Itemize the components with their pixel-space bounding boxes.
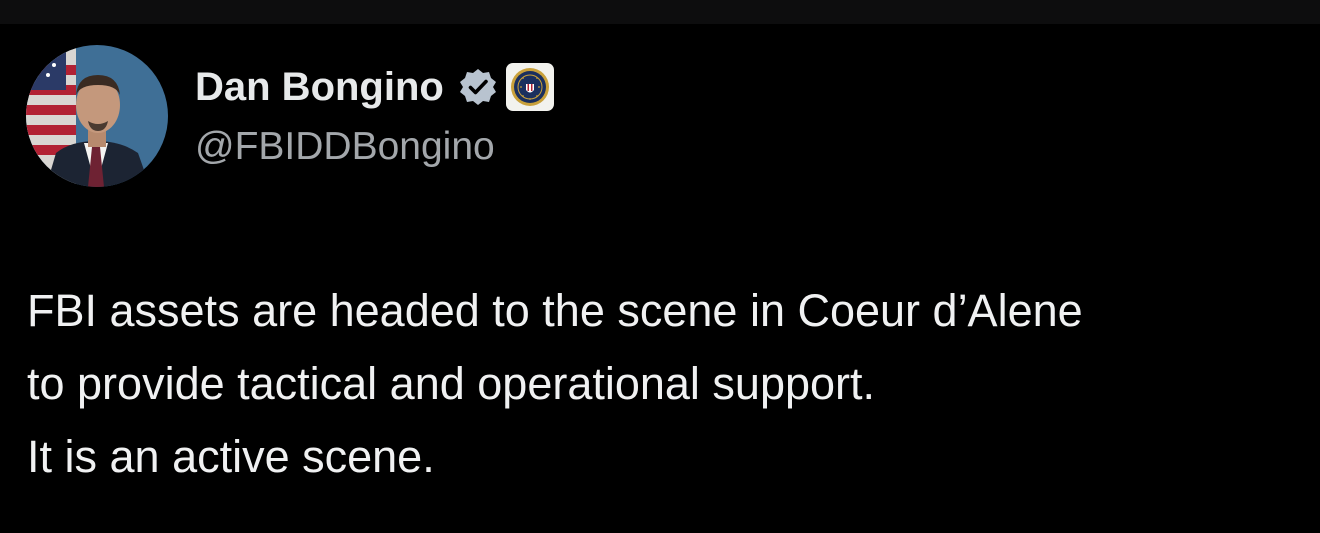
avatar[interactable]	[26, 45, 168, 187]
author-name-row: Dan Bongino	[195, 62, 554, 112]
author-display-name[interactable]: Dan Bongino	[195, 65, 444, 110]
tweet-text-line: It is an active scene.	[27, 431, 435, 482]
tweet-text-line: FBI assets are headed to the scene in Co…	[27, 285, 1083, 336]
author-handle[interactable]: @FBIDDBongino	[195, 124, 495, 170]
fbi-seal-icon[interactable]	[505, 63, 554, 111]
top-bar	[0, 0, 1320, 24]
tweet-text-line: to provide tactical and operational supp…	[27, 358, 876, 409]
verified-badge-icon[interactable]	[458, 67, 498, 107]
tweet-text: FBI assets are headed to the scene in Co…	[27, 274, 1307, 493]
avatar-image	[26, 45, 168, 187]
